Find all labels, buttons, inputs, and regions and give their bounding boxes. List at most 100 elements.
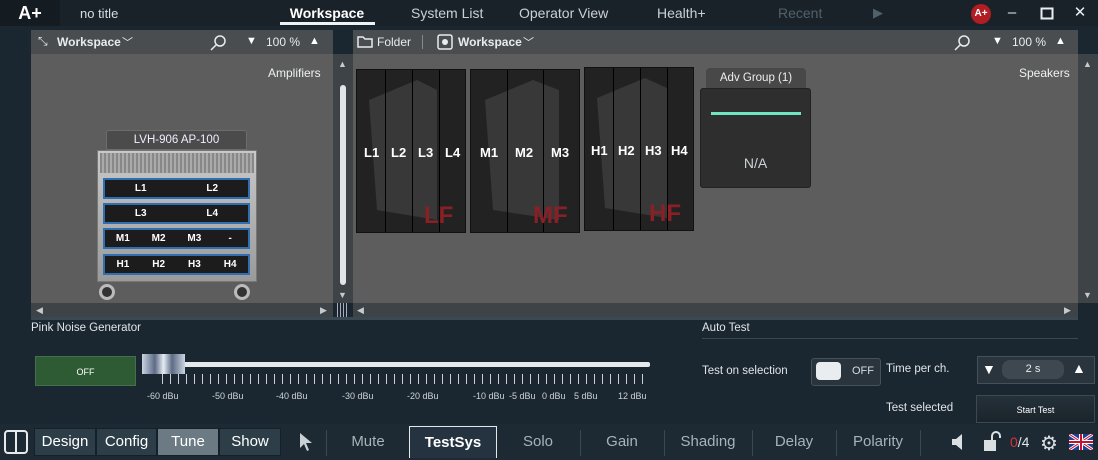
tab-health[interactable]: Health+ [657,5,706,21]
scroll-right-icon[interactable]: ▶ [320,305,327,316]
splitter-handle[interactable] [337,303,349,317]
tab-workspace[interactable]: Workspace [278,5,376,21]
amp-slot[interactable]: M1 M2 M3 - [103,228,250,249]
gear-icon[interactable]: ⚙ [1040,431,1058,456]
zoom-level: 100 % [1012,35,1047,49]
user-avatar[interactable]: A+ [971,4,991,24]
separator [920,430,921,456]
counter-total: /4 [1017,434,1030,450]
tool-solo[interactable]: Solo [497,426,579,458]
speaker-group-hf[interactable]: H1 H2 H3 H4 HF [584,67,694,231]
workspace-dropdown-right[interactable]: Workspace [458,35,522,49]
scroll-up-icon[interactable]: ▲ [338,59,347,69]
slider-ticks [162,374,650,384]
tab-system-list[interactable]: System List [411,5,483,21]
slider-thumb[interactable] [142,354,185,374]
band-tag: LF [424,202,454,229]
pink-noise-level-slider[interactable] [145,362,650,367]
rack-name[interactable]: LVH-906 AP-100 [106,130,247,150]
section-divider [31,317,1078,320]
close-icon[interactable]: ✕ [1070,3,1090,23]
start-test-button[interactable]: Start Test [976,395,1095,423]
scroll-down-icon[interactable]: ▼ [338,290,347,300]
scroll-up-icon[interactable]: ▲ [1083,59,1092,69]
layout-toggle-icon[interactable] [4,430,28,454]
mode-tune[interactable]: Tune [157,428,219,456]
amp-slot[interactable]: H1 H2 H3 H4 [103,254,250,275]
language-flag-icon[interactable] [1068,432,1094,452]
rack-wheel [99,284,115,300]
rack-wheel [234,284,250,300]
minimize-icon[interactable]: – [1002,3,1022,23]
toggle-knob[interactable] [816,362,841,380]
scroll-left-icon[interactable]: ◀ [357,305,364,316]
play-icon: ▶ [873,5,883,20]
unlock-icon[interactable] [982,431,1002,458]
toggle-state: OFF [852,365,874,377]
scale-label: 5 dBu [574,391,598,401]
scroll-thumb[interactable] [340,85,346,285]
pointer-icon[interactable] [298,432,314,457]
speaker-group-lf[interactable]: L1 L2 L3 L4 LF [356,69,466,233]
tool-delay[interactable]: Delay [753,426,835,458]
tab-operator-view[interactable]: Operator View [519,5,608,21]
scale-label: -60 dBu [147,391,179,401]
zoom-fit-icon[interactable] [209,33,229,56]
amp-slot[interactable]: L1 L2 [103,178,250,199]
pink-noise-off-button[interactable]: OFF [35,356,136,386]
mode-show[interactable]: Show [219,428,281,456]
tool-polarity[interactable]: Polarity [837,426,919,458]
mode-config[interactable]: Config [96,428,157,456]
tool-mute[interactable]: Mute [327,426,409,458]
adv-group-box[interactable] [700,88,811,188]
speaker-label: H4 [671,143,688,158]
channel-label: H1 [116,259,130,270]
decrement-icon[interactable]: ▼ [982,361,996,377]
tool-shading[interactable]: Shading [665,426,751,458]
channel-label: H2 [152,259,166,270]
speaker-volume-icon[interactable] [950,432,968,457]
speaker-group-mf[interactable]: M1 M2 M3 MF [470,69,580,233]
horizontal-scrollbar[interactable] [31,303,333,317]
channel-label: L1 [134,183,147,194]
folder-icon[interactable] [357,34,373,53]
increment-icon[interactable]: ▲ [1072,360,1086,376]
scroll-right-icon[interactable]: ▶ [1064,305,1071,316]
document-title: no title [80,6,119,21]
zoom-fit-icon[interactable] [953,33,973,56]
scroll-left-icon[interactable]: ◀ [36,305,43,316]
maximize-icon[interactable] [1037,3,1057,23]
tool-testsys[interactable]: TestSys [409,426,497,458]
vertical-scrollbar-right[interactable] [1078,54,1098,303]
channel-label: - [228,233,232,244]
zoom-in-icon[interactable]: ▲ [309,35,320,47]
time-per-channel-label: Time per ch. [886,363,950,375]
workspace-switch-icon[interactable]: ⤡ [38,34,48,49]
speaker-label: L4 [445,145,461,160]
zoom-in-icon[interactable]: ▲ [1055,35,1066,47]
horizontal-scrollbar-right[interactable] [353,303,1078,317]
zoom-out-icon[interactable]: ▼ [992,35,1003,47]
folder-button[interactable]: Folder [377,35,411,49]
adv-group-title[interactable]: Adv Group (1) [706,68,806,88]
test-on-selection-label: Test on selection [702,365,788,377]
channel-label: L4 [206,208,219,219]
mode-design[interactable]: Design [34,428,96,456]
speaker-label: H1 [591,143,608,158]
tool-gain[interactable]: Gain [581,426,663,458]
test-selected-label: Test selected [886,402,954,414]
chevron-down-icon[interactable]: ﹀ [122,34,133,50]
amp-slot[interactable]: L3 L4 [103,203,250,224]
workspace-dropdown[interactable]: Workspace [57,35,121,49]
scale-label: -30 dBu [342,391,374,401]
tab-recent: Recent [778,5,823,21]
channel-label: M1 [115,233,130,244]
time-per-channel-value[interactable]: 2 s [1002,360,1064,379]
chevron-down-icon[interactable]: ﹀ [523,34,534,50]
zoom-out-icon[interactable]: ▼ [246,35,257,47]
scale-label: -40 dBu [276,391,308,401]
channel-label: L3 [134,208,147,219]
channel-label: M3 [187,233,202,244]
scroll-down-icon[interactable]: ▼ [1083,290,1092,300]
workspace-target-icon[interactable] [437,34,453,55]
